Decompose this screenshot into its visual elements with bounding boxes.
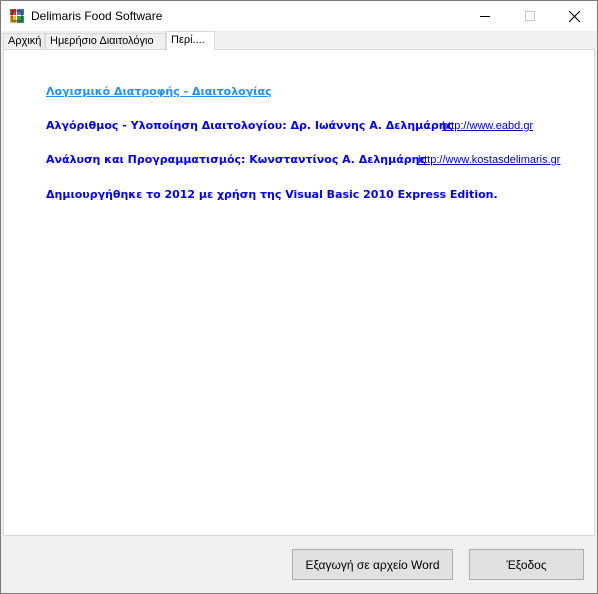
about-panel: Λογισμικό Διατροφής - Διαιτολογίας Αλγόρ… — [3, 49, 595, 536]
tab-strip: Αρχική Ημερήσιο Διαιτολόγιο Περί.... — [1, 31, 597, 50]
app-window: Delimaris Food Software Αρχική Ημερήσιο … — [0, 0, 598, 594]
eabd-link[interactable]: http://www.eabd.gr — [442, 120, 533, 132]
maximize-icon — [524, 11, 535, 21]
tab-about[interactable]: Περί.... — [166, 31, 215, 50]
title-bar: Delimaris Food Software — [1, 1, 597, 31]
minimize-button[interactable] — [462, 1, 507, 31]
tab-home[interactable]: Αρχική — [3, 33, 45, 49]
algorithm-credit: Αλγόριθμος - Υλοποίηση Διαιτολογίου: Δρ.… — [46, 119, 454, 132]
footer-bar: Εξαγωγή σε αρχείο Word Έξοδος — [1, 536, 597, 593]
app-icon — [10, 9, 24, 23]
close-icon — [569, 10, 580, 22]
tab-daily-diet[interactable]: Ημερήσιο Διαιτολόγιο — [45, 33, 166, 49]
close-button[interactable] — [552, 1, 597, 31]
software-heading-link[interactable]: Λογισμικό Διατροφής - Διαιτολογίας — [46, 85, 272, 98]
programming-credit: Ανάλυση και Προγραμματισμός: Κωνσταντίνο… — [46, 153, 426, 166]
exit-button[interactable]: Έξοδος — [469, 549, 584, 580]
export-word-button[interactable]: Εξαγωγή σε αρχείο Word — [292, 549, 453, 580]
maximize-button[interactable] — [507, 1, 552, 31]
minimize-icon — [479, 16, 490, 17]
kostasdelimaris-link[interactable]: http://www.kostasdelimaris.gr — [418, 154, 560, 166]
window-title: Delimaris Food Software — [31, 9, 163, 23]
created-with-note: Δημιουργήθηκε το 2012 με χρήση της Visua… — [46, 188, 498, 201]
